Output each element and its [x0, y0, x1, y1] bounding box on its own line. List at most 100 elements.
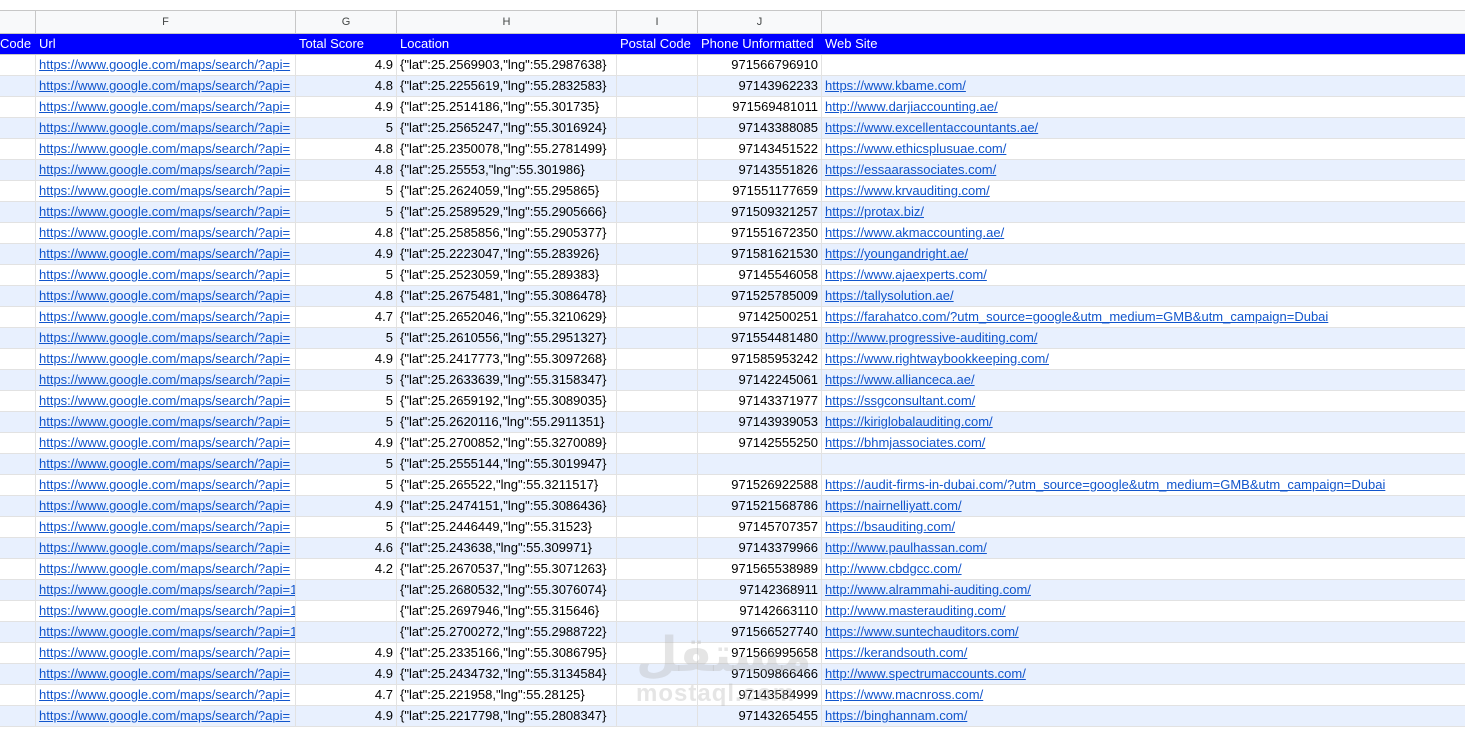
code-cell[interactable]: [0, 97, 36, 117]
total-score-cell[interactable]: [296, 601, 397, 621]
url-cell[interactable]: https://www.google.com/maps/search/?api=: [36, 706, 296, 726]
url-cell[interactable]: https://www.google.com/maps/search/?api=: [36, 160, 296, 180]
postal-code-cell[interactable]: [617, 517, 698, 537]
phone-cell[interactable]: 971566796910: [698, 55, 822, 75]
postal-code-cell[interactable]: [617, 580, 698, 600]
web-site-cell[interactable]: https://tallysolution.ae/: [822, 286, 1465, 306]
code-cell[interactable]: [0, 55, 36, 75]
location-cell[interactable]: {"lat":25.25553,"lng":55.301986}: [397, 160, 617, 180]
phone-cell[interactable]: 97143451522: [698, 139, 822, 159]
location-cell[interactable]: {"lat":25.2335166,"lng":55.3086795}: [397, 643, 617, 663]
postal-code-cell[interactable]: [617, 97, 698, 117]
location-cell[interactable]: {"lat":25.2350078,"lng":55.2781499}: [397, 139, 617, 159]
postal-code-cell[interactable]: [617, 328, 698, 348]
url-cell[interactable]: https://www.google.com/maps/search/?api=: [36, 475, 296, 495]
location-cell[interactable]: {"lat":25.2620116,"lng":55.2911351}: [397, 412, 617, 432]
web-site-cell[interactable]: [822, 55, 1465, 75]
header-code[interactable]: Code: [0, 34, 36, 54]
phone-cell[interactable]: 97142663110: [698, 601, 822, 621]
column-letter-i[interactable]: I: [617, 11, 698, 33]
code-cell[interactable]: [0, 517, 36, 537]
postal-code-cell[interactable]: [617, 181, 698, 201]
web-site-cell[interactable]: https://www.kbame.com/: [822, 76, 1465, 96]
total-score-cell[interactable]: 4.9: [296, 55, 397, 75]
url-cell[interactable]: https://www.google.com/maps/search/?api=: [36, 202, 296, 222]
location-cell[interactable]: {"lat":25.2223047,"lng":55.283926}: [397, 244, 617, 264]
postal-code-cell[interactable]: [617, 601, 698, 621]
location-cell[interactable]: {"lat":25.2217798,"lng":55.2808347}: [397, 706, 617, 726]
code-cell[interactable]: [0, 370, 36, 390]
header-web-site[interactable]: Web Site: [822, 34, 1465, 54]
location-cell[interactable]: {"lat":25.2255619,"lng":55.2832583}: [397, 76, 617, 96]
url-cell[interactable]: https://www.google.com/maps/search/?api=: [36, 433, 296, 453]
total-score-cell[interactable]: 5: [296, 202, 397, 222]
location-cell[interactable]: {"lat":25.2697946,"lng":55.315646}: [397, 601, 617, 621]
postal-code-cell[interactable]: [617, 265, 698, 285]
phone-cell[interactable]: 971526922588: [698, 475, 822, 495]
url-cell[interactable]: https://www.google.com/maps/search/?api=: [36, 97, 296, 117]
url-cell[interactable]: https://www.google.com/maps/search/?api=: [36, 559, 296, 579]
location-cell[interactable]: {"lat":25.2700852,"lng":55.3270089}: [397, 433, 617, 453]
web-site-cell[interactable]: https://www.krvauditing.com/: [822, 181, 1465, 201]
url-cell[interactable]: https://www.google.com/maps/search/?api=: [36, 391, 296, 411]
web-site-cell[interactable]: https://www.ethicsplusuae.com/: [822, 139, 1465, 159]
total-score-cell[interactable]: 5: [296, 475, 397, 495]
postal-code-cell[interactable]: [617, 349, 698, 369]
total-score-cell[interactable]: 5: [296, 265, 397, 285]
web-site-cell[interactable]: http://www.paulhassan.com/: [822, 538, 1465, 558]
code-cell[interactable]: [0, 223, 36, 243]
web-site-cell[interactable]: https://bsauditing.com/: [822, 517, 1465, 537]
web-site-cell[interactable]: http://www.progressive-auditing.com/: [822, 328, 1465, 348]
postal-code-cell[interactable]: [617, 643, 698, 663]
web-site-cell[interactable]: https://audit-firms-in-dubai.com/?utm_so…: [822, 475, 1465, 495]
web-site-cell[interactable]: https://nairnelliyatt.com/: [822, 496, 1465, 516]
code-cell[interactable]: [0, 328, 36, 348]
total-score-cell[interactable]: 4.6: [296, 538, 397, 558]
total-score-cell[interactable]: 5: [296, 391, 397, 411]
total-score-cell[interactable]: 4.8: [296, 223, 397, 243]
web-site-cell[interactable]: http://www.darjiaccounting.ae/: [822, 97, 1465, 117]
postal-code-cell[interactable]: [617, 244, 698, 264]
url-cell[interactable]: https://www.google.com/maps/search/?api=: [36, 223, 296, 243]
code-cell[interactable]: [0, 433, 36, 453]
url-cell[interactable]: https://www.google.com/maps/search/?api=: [36, 370, 296, 390]
total-score-cell[interactable]: 5: [296, 328, 397, 348]
postal-code-cell[interactable]: [617, 139, 698, 159]
web-site-cell[interactable]: https://kerandsouth.com/: [822, 643, 1465, 663]
phone-cell[interactable]: 971585953242: [698, 349, 822, 369]
location-cell[interactable]: {"lat":25.2523059,"lng":55.289383}: [397, 265, 617, 285]
phone-cell[interactable]: 97143371977: [698, 391, 822, 411]
web-site-cell[interactable]: https://www.allianceca.ae/: [822, 370, 1465, 390]
web-site-cell[interactable]: https://youngandright.ae/: [822, 244, 1465, 264]
column-letter-e[interactable]: [0, 11, 36, 33]
code-cell[interactable]: [0, 559, 36, 579]
phone-cell[interactable]: 971565538989: [698, 559, 822, 579]
total-score-cell[interactable]: 4.9: [296, 97, 397, 117]
web-site-cell[interactable]: https://binghannam.com/: [822, 706, 1465, 726]
web-site-cell[interactable]: http://www.cbdgcc.com/: [822, 559, 1465, 579]
total-score-cell[interactable]: 4.7: [296, 685, 397, 705]
code-cell[interactable]: [0, 622, 36, 642]
header-total-score[interactable]: Total Score: [296, 34, 397, 54]
url-cell[interactable]: https://www.google.com/maps/search/?api=: [36, 349, 296, 369]
phone-cell[interactable]: 97143584999: [698, 685, 822, 705]
phone-cell[interactable]: 97142245061: [698, 370, 822, 390]
web-site-cell[interactable]: http://www.alrammahi-auditing.com/: [822, 580, 1465, 600]
postal-code-cell[interactable]: [617, 223, 698, 243]
phone-cell[interactable]: 971551672350: [698, 223, 822, 243]
code-cell[interactable]: [0, 475, 36, 495]
code-cell[interactable]: [0, 454, 36, 474]
code-cell[interactable]: [0, 643, 36, 663]
total-score-cell[interactable]: 4.8: [296, 286, 397, 306]
phone-cell[interactable]: 97145546058: [698, 265, 822, 285]
total-score-cell[interactable]: 5: [296, 181, 397, 201]
postal-code-cell[interactable]: [617, 454, 698, 474]
phone-cell[interactable]: 971521568786: [698, 496, 822, 516]
phone-cell[interactable]: 971566995658: [698, 643, 822, 663]
url-cell[interactable]: https://www.google.com/maps/search/?api=: [36, 139, 296, 159]
code-cell[interactable]: [0, 181, 36, 201]
code-cell[interactable]: [0, 76, 36, 96]
phone-cell[interactable]: 971525785009: [698, 286, 822, 306]
location-cell[interactable]: {"lat":25.2700272,"lng":55.2988722}: [397, 622, 617, 642]
code-cell[interactable]: [0, 139, 36, 159]
